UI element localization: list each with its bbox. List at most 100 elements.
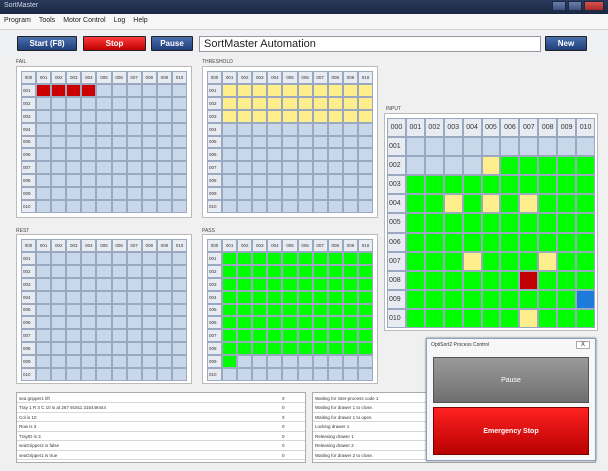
rest-cell[interactable] xyxy=(66,277,82,291)
threshold-cell[interactable] xyxy=(357,96,373,110)
threshold-cell[interactable] xyxy=(282,174,298,188)
pass-cell[interactable] xyxy=(327,342,343,356)
fail-cell[interactable] xyxy=(51,200,67,213)
pass-cell[interactable] xyxy=(252,264,268,278)
threshold-cell[interactable] xyxy=(267,174,283,188)
threshold-cell[interactable] xyxy=(252,200,268,213)
close-icon[interactable] xyxy=(584,1,604,11)
threshold-cell[interactable] xyxy=(297,83,313,97)
fail-cell[interactable] xyxy=(156,135,172,149)
fail-cell[interactable] xyxy=(111,148,127,162)
threshold-cell[interactable] xyxy=(252,83,268,97)
input-cell[interactable] xyxy=(405,175,425,195)
input-cell[interactable] xyxy=(462,137,482,157)
threshold-cell[interactable] xyxy=(297,187,313,201)
fail-cell[interactable] xyxy=(81,174,97,188)
threshold-cell[interactable] xyxy=(327,161,343,175)
pass-cell[interactable] xyxy=(252,251,268,265)
input-cell[interactable] xyxy=(462,232,482,252)
rest-cell[interactable] xyxy=(36,251,52,265)
threshold-cell[interactable] xyxy=(312,96,328,110)
rest-cell[interactable] xyxy=(141,368,157,381)
rest-cell[interactable] xyxy=(66,251,82,265)
fail-cell[interactable] xyxy=(66,200,82,213)
pass-cell[interactable] xyxy=(252,290,268,304)
threshold-cell[interactable] xyxy=(252,109,268,123)
threshold-cell[interactable] xyxy=(222,148,238,162)
input-cell[interactable] xyxy=(481,137,501,157)
threshold-cell[interactable] xyxy=(252,96,268,110)
rest-cell[interactable] xyxy=(51,342,67,356)
input-cell[interactable] xyxy=(519,175,539,195)
fail-cell[interactable] xyxy=(171,83,187,97)
threshold-cell[interactable] xyxy=(237,148,253,162)
rest-cell[interactable] xyxy=(66,342,82,356)
pass-cell[interactable] xyxy=(267,264,283,278)
threshold-cell[interactable] xyxy=(297,96,313,110)
fail-cell[interactable] xyxy=(66,122,82,136)
threshold-cell[interactable] xyxy=(327,96,343,110)
new-button[interactable]: New xyxy=(545,36,587,51)
maximize-icon[interactable] xyxy=(568,1,582,11)
rest-cell[interactable] xyxy=(171,264,187,278)
pass-cell[interactable] xyxy=(237,251,253,265)
rest-cell[interactable] xyxy=(81,355,97,369)
rest-cell[interactable] xyxy=(156,277,172,291)
rest-cell[interactable] xyxy=(171,303,187,317)
input-cell[interactable] xyxy=(481,308,501,328)
input-cell[interactable] xyxy=(481,232,501,252)
input-cell[interactable] xyxy=(405,289,425,309)
fail-cell[interactable] xyxy=(111,187,127,201)
pass-cell[interactable] xyxy=(237,264,253,278)
pass-cell[interactable] xyxy=(342,303,358,317)
input-cell[interactable] xyxy=(538,213,558,233)
pass-cell[interactable] xyxy=(342,290,358,304)
pass-cell[interactable] xyxy=(342,368,358,381)
input-cell[interactable] xyxy=(538,194,558,214)
threshold-cell[interactable] xyxy=(237,187,253,201)
fail-cell[interactable] xyxy=(126,83,142,97)
input-cell[interactable] xyxy=(405,251,425,271)
input-cell[interactable] xyxy=(424,308,444,328)
pass-cell[interactable] xyxy=(312,251,328,265)
fail-cell[interactable] xyxy=(51,187,67,201)
fail-cell[interactable] xyxy=(66,187,82,201)
fail-cell[interactable] xyxy=(36,96,52,110)
fail-cell[interactable] xyxy=(141,96,157,110)
threshold-cell[interactable] xyxy=(282,83,298,97)
input-cell[interactable] xyxy=(557,175,577,195)
fail-cell[interactable] xyxy=(156,161,172,175)
fail-cell[interactable] xyxy=(36,109,52,123)
threshold-cell[interactable] xyxy=(252,148,268,162)
rest-cell[interactable] xyxy=(96,303,112,317)
fail-cell[interactable] xyxy=(51,135,67,149)
pass-cell[interactable] xyxy=(282,342,298,356)
input-cell[interactable] xyxy=(462,270,482,290)
pass-cell[interactable] xyxy=(312,329,328,343)
rest-cell[interactable] xyxy=(81,316,97,330)
threshold-cell[interactable] xyxy=(312,148,328,162)
threshold-cell[interactable] xyxy=(267,148,283,162)
pass-cell[interactable] xyxy=(357,303,373,317)
pass-cell[interactable] xyxy=(267,251,283,265)
threshold-cell[interactable] xyxy=(297,135,313,149)
pass-cell[interactable] xyxy=(222,277,238,291)
input-cell[interactable] xyxy=(424,137,444,157)
pass-cell[interactable] xyxy=(237,316,253,330)
fail-cell[interactable] xyxy=(96,122,112,136)
pass-cell[interactable] xyxy=(342,251,358,265)
pass-cell[interactable] xyxy=(297,355,313,369)
input-cell[interactable] xyxy=(576,156,595,176)
rest-cell[interactable] xyxy=(96,329,112,343)
fail-cell[interactable] xyxy=(36,148,52,162)
rest-cell[interactable] xyxy=(51,303,67,317)
threshold-cell[interactable] xyxy=(222,174,238,188)
threshold-cell[interactable] xyxy=(312,187,328,201)
pass-cell[interactable] xyxy=(297,368,313,381)
input-cell[interactable] xyxy=(443,308,463,328)
threshold-cell[interactable] xyxy=(297,200,313,213)
menu-item-motor-control[interactable]: Motor Control xyxy=(63,17,105,26)
input-cell[interactable] xyxy=(519,194,539,214)
threshold-cell[interactable] xyxy=(282,96,298,110)
fail-cell[interactable] xyxy=(51,148,67,162)
